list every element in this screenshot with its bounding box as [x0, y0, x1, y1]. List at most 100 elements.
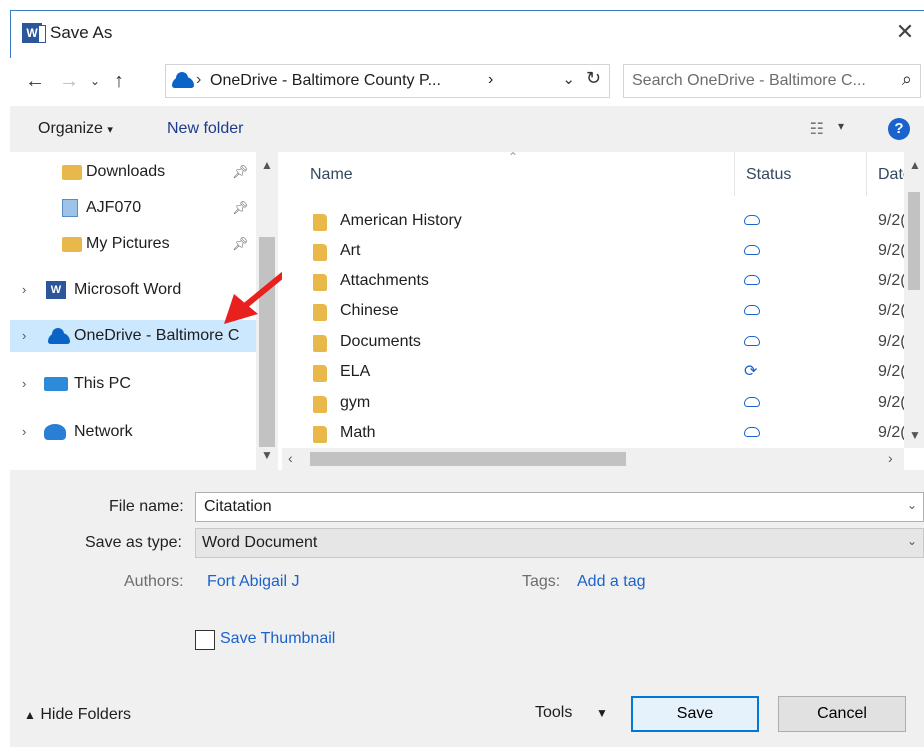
list-item[interactable]: Art 9/2(: [282, 236, 906, 266]
close-button[interactable]: ✕: [890, 17, 920, 47]
save-type-value: Word Document: [202, 534, 318, 551]
tools-dropdown-icon[interactable]: ▼: [596, 706, 608, 720]
organize-label: Organize: [38, 120, 103, 137]
organize-dropdown-icon: ▾: [107, 124, 113, 136]
save-button[interactable]: Save: [631, 696, 759, 732]
cloud-status-icon: [744, 336, 760, 346]
cancel-button[interactable]: Cancel: [778, 696, 906, 732]
tags-label: Tags:: [522, 573, 561, 590]
address-bar[interactable]: › OneDrive - Baltimore County P... › ⌄ ↻: [165, 64, 610, 98]
save-type-label: Save as type:: [85, 534, 182, 551]
vertical-scroll-thumb[interactable]: [908, 192, 920, 290]
expand-chevron-icon[interactable]: ›: [22, 368, 26, 400]
hide-folders-button[interactable]: ▲ Hide Folders: [24, 706, 131, 724]
file-name: Documents: [340, 333, 421, 350]
path-chevron-icon[interactable]: ›: [488, 71, 493, 89]
search-placeholder: Search OneDrive - Baltimore C...: [632, 72, 866, 89]
nav-item-this-pc[interactable]: › This PC: [10, 368, 258, 400]
file-date: 9/2(: [878, 363, 906, 380]
tools-button[interactable]: Tools: [535, 704, 572, 722]
cloud-status-icon: [744, 245, 760, 255]
scroll-left-icon[interactable]: ‹: [288, 450, 293, 466]
list-item[interactable]: Chinese 9/2(: [282, 296, 906, 326]
address-dropdown-icon[interactable]: ⌄: [562, 70, 575, 88]
sort-caret-icon: ⌃: [508, 150, 519, 164]
file-name: gym: [340, 394, 371, 411]
scroll-right-icon[interactable]: ›: [888, 450, 893, 466]
view-options-icon[interactable]: ☷: [810, 119, 824, 139]
document-icon: [62, 199, 78, 217]
list-item[interactable]: Documents 9/2(: [282, 327, 906, 357]
pin-icon[interactable]: 📌︎: [232, 156, 249, 188]
file-date: 9/2(: [878, 333, 906, 350]
new-folder-button[interactable]: New folder: [167, 120, 243, 138]
network-icon: [44, 424, 66, 440]
column-divider[interactable]: [866, 152, 867, 196]
pin-icon[interactable]: 📌︎: [232, 192, 249, 224]
save-type-dropdown-icon[interactable]: ⌄: [907, 534, 917, 548]
nav-item-label: This PC: [74, 375, 131, 392]
scroll-down-icon[interactable]: ▼: [261, 448, 273, 462]
column-header-name[interactable]: Name: [310, 166, 353, 184]
file-name-value: Citatation: [204, 498, 272, 515]
file-name: Attachments: [340, 272, 429, 289]
save-form: File name: Citatation ⌄ Save as type: Wo…: [10, 470, 924, 747]
address-path[interactable]: OneDrive - Baltimore County P...: [210, 72, 441, 90]
file-list-horizontal-scrollbar[interactable]: ‹ ›: [282, 448, 904, 470]
folder-icon: [313, 335, 327, 352]
list-item[interactable]: American History 9/2(: [282, 206, 906, 236]
file-name-dropdown-icon[interactable]: ⌄: [907, 498, 917, 512]
help-icon[interactable]: ?: [888, 118, 910, 140]
search-icon[interactable]: ⌕: [902, 69, 912, 90]
save-thumbnail-checkbox[interactable]: [195, 630, 215, 650]
list-item[interactable]: Math 9/2(: [282, 418, 906, 448]
file-name: Art: [340, 242, 361, 259]
downloads-folder-icon: [62, 165, 82, 180]
expand-chevron-icon[interactable]: ›: [22, 274, 26, 306]
nav-item-network[interactable]: › Network: [10, 416, 258, 448]
command-toolbar: Organize ▾ New folder ☷ ▾ ?: [10, 106, 924, 152]
column-divider[interactable]: [734, 152, 735, 196]
add-tag-link[interactable]: Add a tag: [577, 573, 646, 591]
pictures-folder-icon: [62, 237, 82, 252]
authors-value[interactable]: Fort Abigail J: [207, 573, 299, 591]
folder-icon: [313, 274, 327, 291]
file-name: ELA: [340, 363, 371, 380]
save-thumbnail-label[interactable]: Save Thumbnail: [220, 630, 335, 648]
list-item[interactable]: Attachments 9/2(: [282, 266, 906, 296]
chevron-up-icon: ▲: [24, 708, 36, 722]
list-item[interactable]: ELA ⟳ 9/2(: [282, 357, 906, 387]
up-arrow-icon[interactable]: ↑: [106, 66, 132, 96]
view-dropdown-icon[interactable]: ▾: [838, 119, 844, 133]
scroll-up-icon[interactable]: ▲: [909, 158, 921, 172]
file-list-vertical-scrollbar[interactable]: ▲ ▼: [904, 152, 924, 448]
search-input[interactable]: Search OneDrive - Baltimore C... ⌕: [623, 64, 921, 98]
save-type-select[interactable]: Word Document ⌄: [195, 528, 924, 558]
nav-item-label: Network: [74, 423, 133, 440]
horizontal-scroll-thumb[interactable]: [310, 452, 626, 466]
window-title: Save As: [50, 23, 113, 42]
file-name: American History: [340, 212, 462, 229]
folder-icon: [313, 426, 327, 443]
file-date: 9/2(: [878, 302, 906, 319]
column-header-date[interactable]: Date: [878, 166, 904, 184]
column-header-status[interactable]: Status: [746, 166, 791, 184]
expand-chevron-icon[interactable]: ›: [22, 416, 26, 448]
refresh-icon[interactable]: ↻: [586, 68, 601, 89]
list-item[interactable]: gym 9/2(: [282, 388, 906, 418]
file-name-input[interactable]: Citatation ⌄: [195, 492, 924, 522]
onedrive-cloud-icon: [172, 72, 194, 88]
nav-item-ajf070[interactable]: AJF070 📌︎: [10, 192, 258, 224]
folder-icon: [313, 244, 327, 261]
recent-locations-chevron-icon[interactable]: ⌄: [82, 66, 108, 96]
organize-button[interactable]: Organize ▾: [38, 120, 113, 138]
forward-arrow-icon[interactable]: →: [56, 66, 82, 96]
cloud-status-icon: [744, 305, 760, 315]
scroll-down-icon[interactable]: ▼: [909, 428, 921, 442]
file-name: Chinese: [340, 302, 399, 319]
nav-item-downloads[interactable]: Downloads 📌︎: [10, 156, 258, 188]
scroll-up-icon[interactable]: ▲: [261, 158, 273, 172]
back-arrow-icon[interactable]: ←: [22, 66, 48, 96]
expand-chevron-icon[interactable]: ›: [22, 320, 26, 352]
file-date: 9/2(: [878, 212, 906, 229]
